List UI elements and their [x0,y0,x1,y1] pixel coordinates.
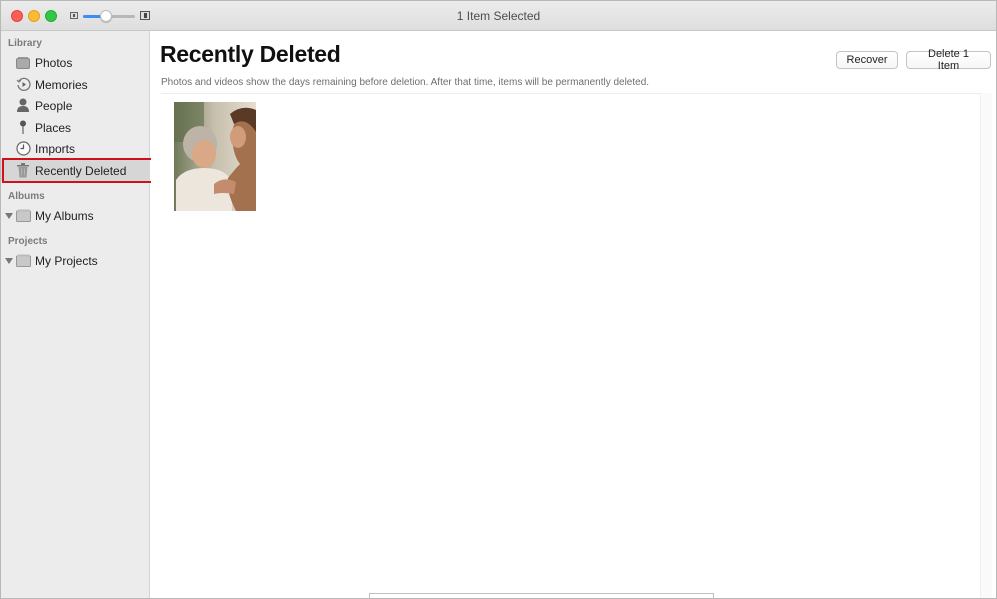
recover-button[interactable]: Recover [836,51,898,69]
sidebar-item-photos[interactable]: Photos [1,52,150,73]
section-label-projects: Projects [8,236,48,247]
sidebar-item-people[interactable]: People [1,95,150,116]
sidebar-item-memories[interactable]: Memories [1,74,150,95]
bottom-panel-edge [369,593,714,598]
page-subtitle: Photos and videos show the days remainin… [161,77,650,88]
sidebar-item-label: Places [35,120,72,135]
delete-button[interactable]: Delete 1 Item [906,48,991,72]
people-icon [15,98,31,114]
sidebar-item-my-albums[interactable]: My Albums [1,205,150,226]
sidebar: Library Photos Memories People Places Im… [1,31,150,598]
sidebar-item-label: Recently Deleted [35,163,127,178]
page-title: Recently Deleted [160,41,341,67]
title-bar: 1 Item Selected [1,1,996,31]
photos-window: 1 Item Selected Library Photos Memories … [0,0,997,599]
sidebar-item-imports[interactable]: Imports [1,138,150,159]
section-label-library: Library [8,38,42,49]
trash-icon [15,163,31,179]
sidebar-item-label: Photos [35,55,73,70]
photo-thumbnail[interactable] [174,102,256,211]
window-title: 1 Item Selected [456,9,541,23]
main-content: Recently Deleted Photos and videos show … [151,31,996,598]
folder-icon [15,208,31,224]
sidebar-item-label: People [35,98,73,113]
folder-icon [15,253,31,269]
imports-icon [15,141,31,157]
sidebar-item-label: Imports [35,141,76,156]
scrollbar[interactable] [980,93,992,598]
sidebar-item-label: My Projects [35,253,98,268]
places-icon [15,120,31,136]
sidebar-item-my-projects[interactable]: My Projects [1,250,150,271]
disclosure-triangle-icon[interactable] [5,213,13,219]
sidebar-item-label: My Albums [35,208,94,223]
photos-icon [15,55,31,71]
section-label-albums: Albums [8,191,45,202]
disclosure-triangle-icon[interactable] [5,258,13,264]
sidebar-item-places[interactable]: Places [1,117,150,138]
sidebar-item-recently-deleted[interactable]: Recently Deleted [1,160,150,181]
header-divider [161,93,986,94]
memories-icon [15,77,31,93]
photo-image [174,102,256,211]
sidebar-item-label: Memories [35,77,88,92]
